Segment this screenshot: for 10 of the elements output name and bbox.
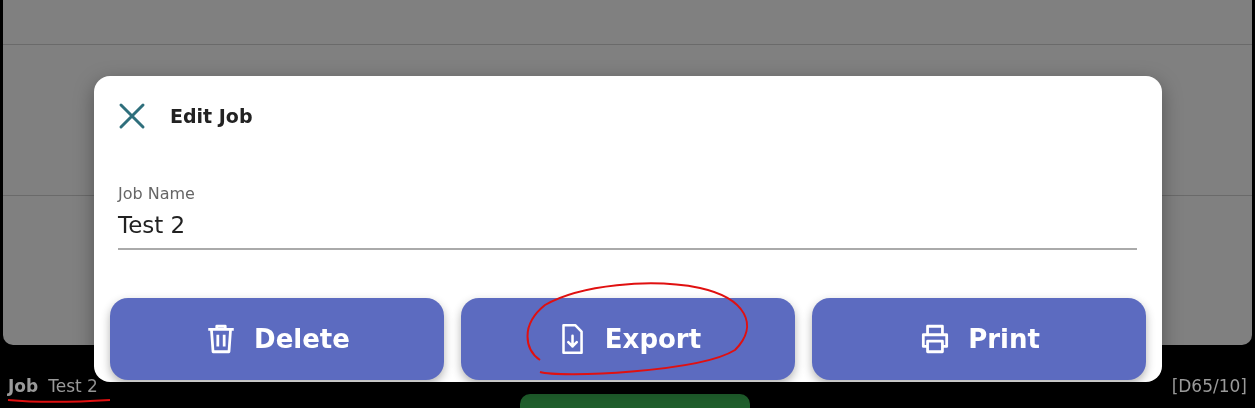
export-button[interactable]: Export — [461, 298, 795, 380]
print-button[interactable]: Print — [812, 298, 1146, 380]
dialog-title: Edit Job — [170, 105, 253, 127]
close-icon[interactable] — [118, 102, 146, 130]
status-value: Test 2 — [48, 376, 98, 396]
status-text: [D65/10] — [1171, 376, 1247, 396]
job-name-field[interactable]: Job Name Test 2 — [118, 184, 1137, 250]
field-label: Job Name — [118, 184, 196, 204]
delete-button[interactable]: Delete — [110, 298, 444, 380]
status-label: Job — [8, 376, 39, 396]
